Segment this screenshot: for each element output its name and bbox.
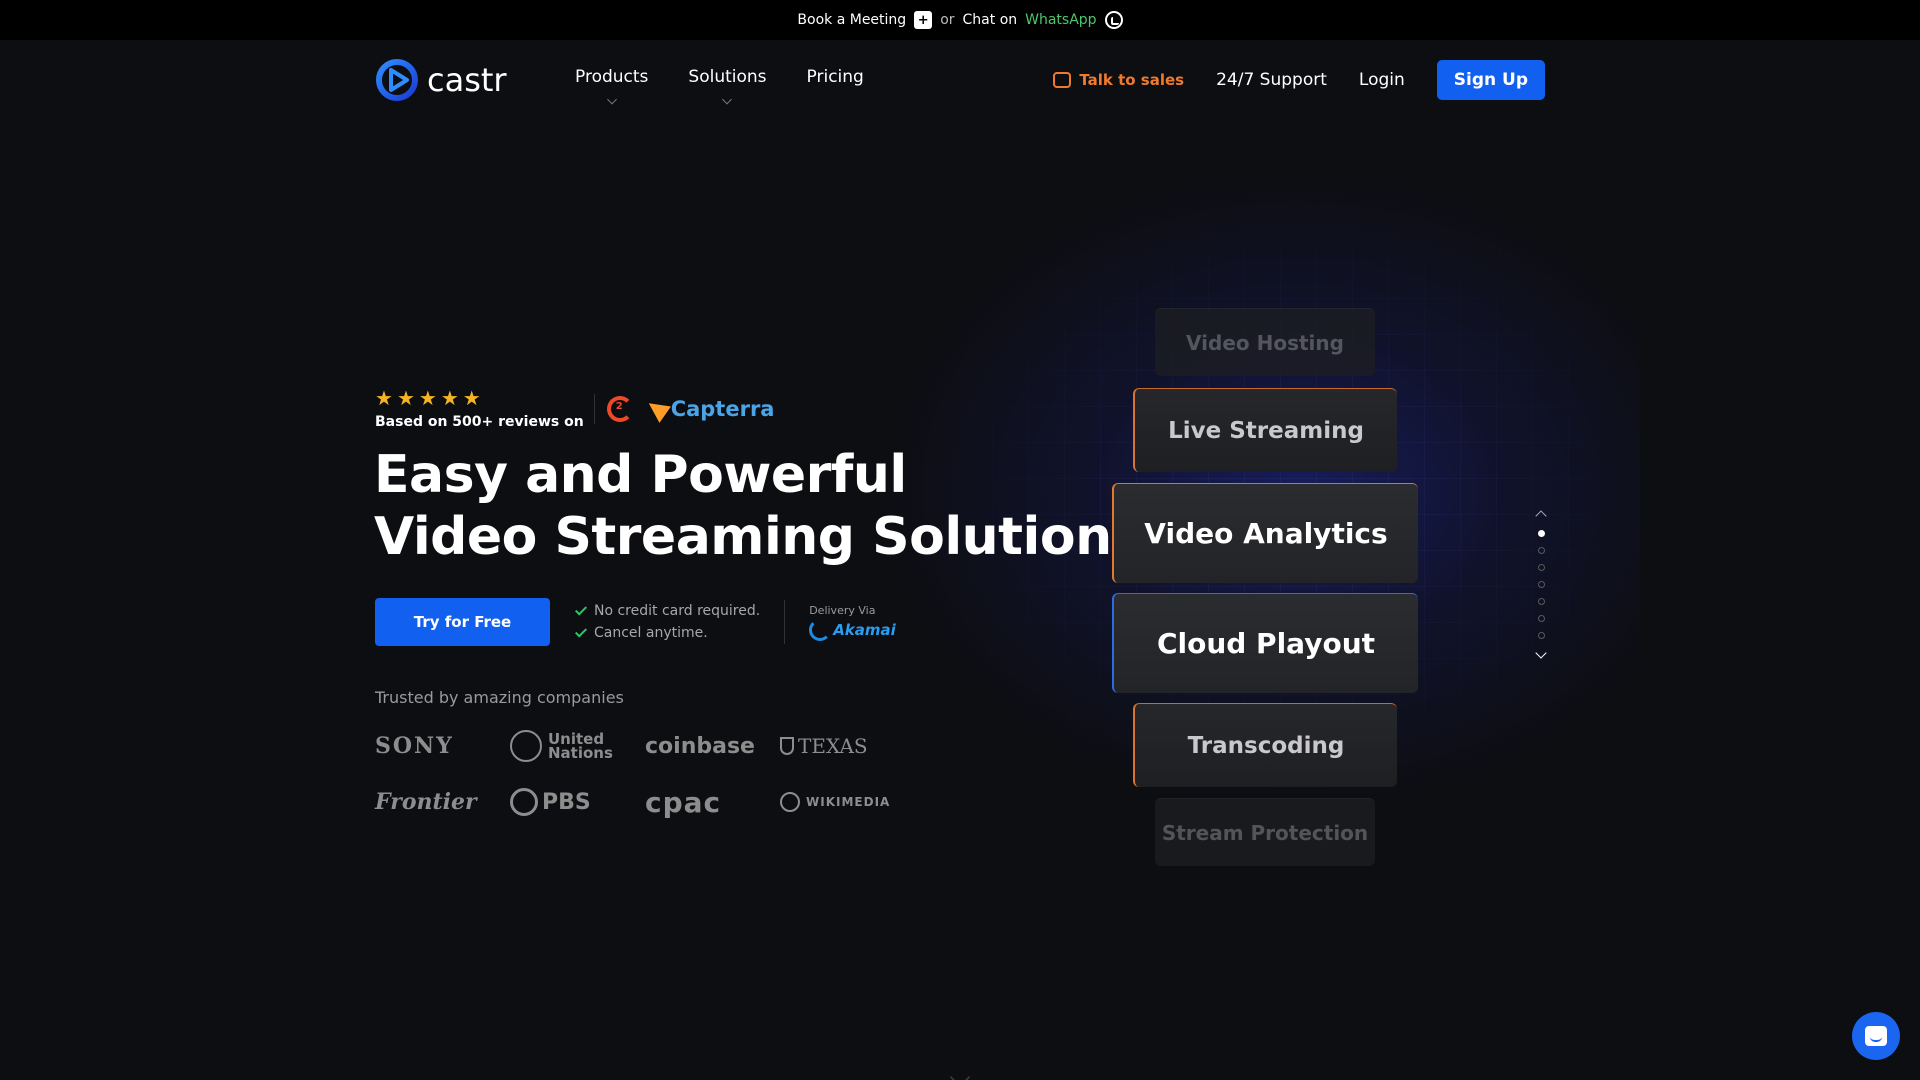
un-line-2: Nations: [548, 744, 613, 762]
nav-links: Products Solutions Pricing: [575, 67, 864, 105]
chevron-down-icon[interactable]: [1535, 647, 1547, 659]
card-stream-protection[interactable]: Stream Protection: [1155, 798, 1375, 866]
rating-stars: ★ ★ ★ ★ ★: [375, 388, 584, 408]
trusted-heading: Trusted by amazing companies: [375, 688, 624, 707]
company-logos: SONY United Nations coinbase TEXAS Fronti…: [375, 728, 889, 820]
calendar-icon[interactable]: [914, 11, 933, 29]
star-icon: ★: [396, 386, 415, 410]
card-video-hosting[interactable]: Video Hosting: [1155, 308, 1375, 376]
card-cloud-playout[interactable]: Cloud Playout: [1112, 593, 1418, 693]
whatsapp-icon[interactable]: [1104, 11, 1123, 29]
headline-line-1: Easy and Powerful: [374, 445, 907, 505]
capterra-icon: [642, 395, 671, 423]
announcement-bar: Book a Meeting or Chat on WhatsApp: [0, 0, 1920, 40]
support-link[interactable]: 24/7 Support: [1216, 70, 1327, 90]
un-text: United Nations: [548, 732, 613, 762]
benefit-text: Cancel anytime.: [594, 625, 708, 641]
star-icon: ★: [440, 386, 459, 410]
nav-solutions-label: Solutions: [688, 67, 767, 87]
try-for-free-button[interactable]: Try for Free: [375, 598, 550, 646]
main-nav: castr Products Solutions Pricing Talk to…: [375, 58, 1545, 105]
pbs-logo: PBS: [510, 784, 645, 820]
chevron-down-icon: [722, 94, 733, 105]
nav-pricing-label: Pricing: [806, 67, 864, 87]
castr-logo[interactable]: castr: [375, 58, 575, 102]
nav-pricing[interactable]: Pricing: [807, 67, 864, 93]
akamai-text: Akamai: [833, 620, 896, 639]
chevron-down-icon: [606, 94, 617, 105]
benefit-list: No credit card required. Cancel anytime.: [574, 603, 761, 641]
akamai-icon: [809, 618, 832, 641]
pager-dot[interactable]: [1537, 547, 1545, 554]
chevron-up-icon[interactable]: [1535, 510, 1547, 522]
hero-headline: Easy and Powerful Video Streaming Soluti…: [374, 444, 1112, 568]
nav-products[interactable]: Products: [575, 67, 649, 105]
capterra-text: Capterra: [670, 397, 775, 421]
star-icon: ★: [462, 386, 481, 410]
chat-text: Chat on: [962, 12, 1018, 28]
sony-logo: SONY: [375, 733, 454, 759]
pager-dot[interactable]: [1537, 598, 1545, 605]
wikimedia-icon: [780, 792, 800, 812]
card-video-analytics[interactable]: Video Analytics: [1112, 483, 1418, 583]
headline-line-2: Video Streaming Solution: [374, 507, 1112, 567]
talk-to-sales-link[interactable]: Talk to sales: [1053, 71, 1184, 89]
slider-pager: [1535, 508, 1547, 661]
akamai-logo: Akamai: [809, 618, 896, 641]
wikimedia-logo: WIKIMEDIA: [780, 784, 915, 820]
texas-logo: TEXAS: [780, 728, 915, 764]
pager-dot[interactable]: [1537, 615, 1545, 622]
nav-actions: Talk to sales 24/7 Support Login Sign Up: [1053, 60, 1545, 100]
star-icon: ★: [418, 386, 437, 410]
frontier-logo: Frontier: [375, 789, 477, 815]
cpac-logo: cpac: [645, 785, 722, 819]
pager-dot[interactable]: [1537, 530, 1545, 537]
scroll-down-icon: [950, 1067, 970, 1080]
whatsapp-link[interactable]: WhatsApp: [1025, 12, 1096, 28]
akamai-delivery: Delivery Via Akamai: [809, 604, 896, 641]
chat-bubble-icon: [1053, 72, 1072, 88]
card-live-streaming[interactable]: Live Streaming: [1133, 388, 1397, 472]
chat-icon: [1865, 1026, 1887, 1046]
texas-text: TEXAS: [798, 734, 868, 758]
wikimedia-text: WIKIMEDIA: [806, 795, 891, 809]
pager-dot[interactable]: [1537, 564, 1545, 571]
book-meeting-link[interactable]: Book a Meeting: [797, 12, 906, 28]
cta-row: Try for Free No credit card required. Ca…: [375, 598, 896, 646]
delivery-label: Delivery Via: [809, 603, 876, 617]
nav-solutions[interactable]: Solutions: [688, 67, 767, 105]
stars-block: ★ ★ ★ ★ ★ Based on 500+ reviews on: [375, 388, 584, 430]
divider: [784, 600, 786, 644]
shield-icon: [780, 737, 794, 755]
benefit-item: No credit card required.: [574, 603, 761, 619]
capterra-logo[interactable]: Capterra: [642, 395, 775, 423]
un-emblem-icon: [510, 730, 542, 762]
reviews-text: Based on 500+ reviews on: [375, 414, 584, 430]
chat-widget-button[interactable]: [1852, 1012, 1900, 1060]
login-link[interactable]: Login: [1359, 70, 1405, 90]
reviews-block: ★ ★ ★ ★ ★ Based on 500+ reviews on Capte…: [375, 388, 774, 430]
pbs-head-icon: [510, 788, 538, 816]
pager-dot[interactable]: [1537, 581, 1545, 588]
castr-logo-icon: [375, 58, 421, 102]
benefit-text: No credit card required.: [594, 603, 761, 619]
benefit-item: Cancel anytime.: [574, 625, 760, 641]
card-transcoding[interactable]: Transcoding: [1133, 703, 1397, 787]
signup-button[interactable]: Sign Up: [1436, 60, 1545, 100]
talk-to-sales-label: Talk to sales: [1079, 71, 1185, 89]
check-icon: [574, 603, 588, 616]
divider: [593, 394, 595, 424]
coinbase-logo: coinbase: [645, 733, 755, 759]
pager-dot[interactable]: [1537, 632, 1545, 639]
castr-logo-text: castr: [427, 61, 507, 99]
star-icon: ★: [375, 386, 393, 410]
or-text: or: [940, 12, 955, 28]
check-icon: [574, 625, 588, 638]
united-nations-logo: United Nations: [510, 728, 645, 764]
pbs-text: PBS: [542, 789, 591, 815]
g2-logo-icon[interactable]: [606, 396, 633, 422]
nav-products-label: Products: [575, 67, 649, 87]
